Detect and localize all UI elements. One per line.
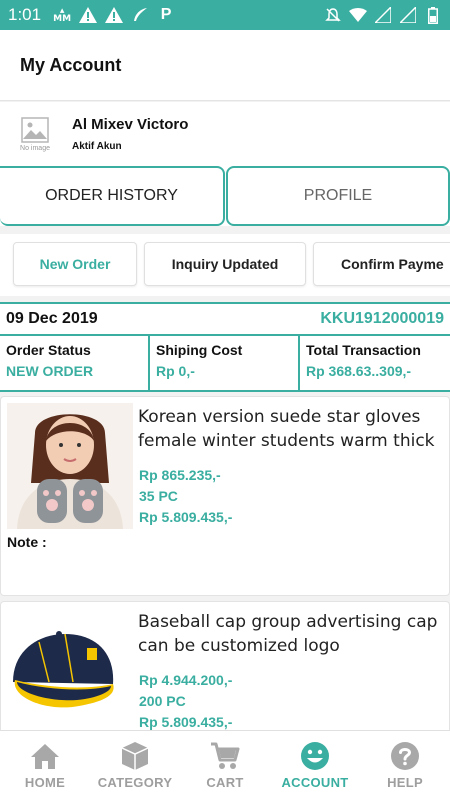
- p-icon: P: [160, 6, 172, 23]
- tab-profile[interactable]: PROFILE: [226, 166, 450, 226]
- profile-status: Aktif Akun: [72, 141, 122, 152]
- product-image-cap: [7, 608, 133, 734]
- product-title[interactable]: Korean version suede star gloves female …: [138, 405, 448, 453]
- home-icon: [29, 741, 61, 771]
- total-transaction-cell: Total Transaction Rp 368.63..309,-: [298, 336, 450, 390]
- chip-inquiry-updated[interactable]: Inquiry Updated: [144, 242, 306, 286]
- tab-order-history[interactable]: ORDER HISTORY: [0, 166, 225, 226]
- chip-confirm-payment[interactable]: Confirm Payme: [313, 242, 450, 286]
- order-filter-chips: New Order Inquiry Updated Confirm Payme: [0, 234, 450, 296]
- nav-category[interactable]: CATEGORY: [90, 731, 180, 800]
- wifi-icon: [349, 6, 367, 24]
- nav-help[interactable]: HELP: [360, 731, 450, 800]
- feather-icon: [131, 6, 149, 24]
- avatar: No image: [12, 111, 58, 157]
- profile-name: Al Mixev Victoro: [72, 116, 189, 133]
- nav-home-label: HOME: [24, 775, 66, 790]
- order-code[interactable]: KKU1912000019: [320, 310, 444, 328]
- nav-category-label: CATEGORY: [97, 775, 173, 790]
- status-bar: 1:01 ▴ MM P: [0, 0, 450, 30]
- order-status-value: NEW ORDER: [6, 363, 94, 379]
- order-info: Order Status NEW ORDER Shiping Cost Rp 0…: [0, 336, 450, 392]
- status-time: 1:01: [8, 5, 42, 24]
- shipping-cost-cell: Shiping Cost Rp 0,-: [148, 336, 298, 390]
- product-card[interactable]: Korean version suede star gloves female …: [0, 396, 450, 596]
- help-icon: [389, 741, 421, 771]
- nav-home[interactable]: HOME: [0, 731, 90, 800]
- nav-help-label: HELP: [387, 775, 423, 790]
- note-label: Note :: [7, 534, 47, 550]
- order-status-cell: Order Status NEW ORDER: [0, 336, 148, 390]
- smiley-icon: [299, 741, 331, 771]
- avatar-placeholder-text: No image: [20, 144, 50, 152]
- product-image-gloves: [7, 403, 133, 529]
- product-title[interactable]: Baseball cap group advertising cap can b…: [138, 610, 448, 658]
- chip-new-order[interactable]: New Order: [13, 242, 137, 286]
- main-tabs: ORDER HISTORY PROFILE: [0, 166, 450, 226]
- product-total: Rp 5.809.435,-: [139, 509, 233, 525]
- nav-account-label: ACCOUNT: [281, 775, 349, 790]
- product-total: Rp 5.809.435,-: [139, 714, 233, 730]
- warning-icon: [79, 6, 98, 24]
- nav-cart-label: CART: [206, 775, 244, 790]
- shipping-cost-value: Rp 0,-: [156, 363, 195, 379]
- product-price: Rp 4.944.200,-: [139, 672, 233, 688]
- mm-icon: ▴ MM: [53, 6, 72, 24]
- cart-icon: [209, 741, 241, 771]
- nav-account[interactable]: ACCOUNT: [270, 731, 360, 800]
- app-header: My Account: [0, 30, 450, 101]
- warning-icon: [105, 6, 124, 24]
- product-card[interactable]: Baseball cap group advertising cap can b…: [0, 601, 450, 741]
- product-quantity: 35 PC: [139, 488, 178, 504]
- image-placeholder-icon: [21, 116, 49, 143]
- product-quantity: 200 PC: [139, 693, 186, 709]
- battery-icon: [424, 6, 442, 24]
- signal-icon: [399, 6, 417, 24]
- profile-summary: No image Al Mixev Victoro Aktif Akun: [0, 102, 450, 166]
- order-header: 09 Dec 2019 KKU1912000019: [0, 302, 450, 336]
- notifications-off-icon: [324, 6, 342, 24]
- total-transaction-value: Rp 368.63..309,-: [306, 363, 412, 379]
- page-title: My Account: [20, 54, 122, 75]
- signal-icon: [374, 6, 392, 24]
- box-icon: [119, 741, 151, 771]
- nav-cart[interactable]: CART: [180, 731, 270, 800]
- order-date: 09 Dec 2019: [6, 310, 98, 327]
- product-price: Rp 865.235,-: [139, 467, 221, 483]
- order-status-label: Order Status: [6, 342, 91, 358]
- bottom-nav: HOME CATEGORY CART ACCOUNT HELP: [0, 730, 450, 800]
- shipping-cost-label: Shiping Cost: [156, 342, 243, 358]
- total-transaction-label: Total Transaction: [306, 342, 421, 358]
